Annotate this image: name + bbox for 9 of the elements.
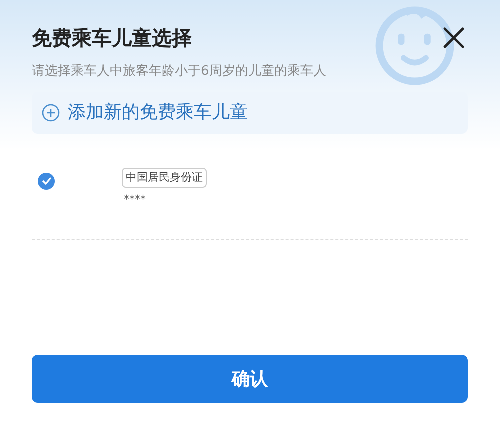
confirm-button[interactable]: 确认	[32, 355, 468, 403]
dialog-subtitle: 请选择乘车人中旅客年龄小于6周岁的儿童的乘车人	[32, 63, 328, 81]
dialog-title: 免费乘车儿童选择	[32, 25, 192, 52]
plus-circle-icon	[42, 104, 60, 122]
checkbox[interactable]	[38, 172, 55, 190]
check-icon	[42, 177, 52, 185]
id-number: ****	[124, 192, 147, 208]
id-type-tag: 中国居民身份证	[122, 168, 207, 188]
close-icon	[442, 26, 466, 50]
